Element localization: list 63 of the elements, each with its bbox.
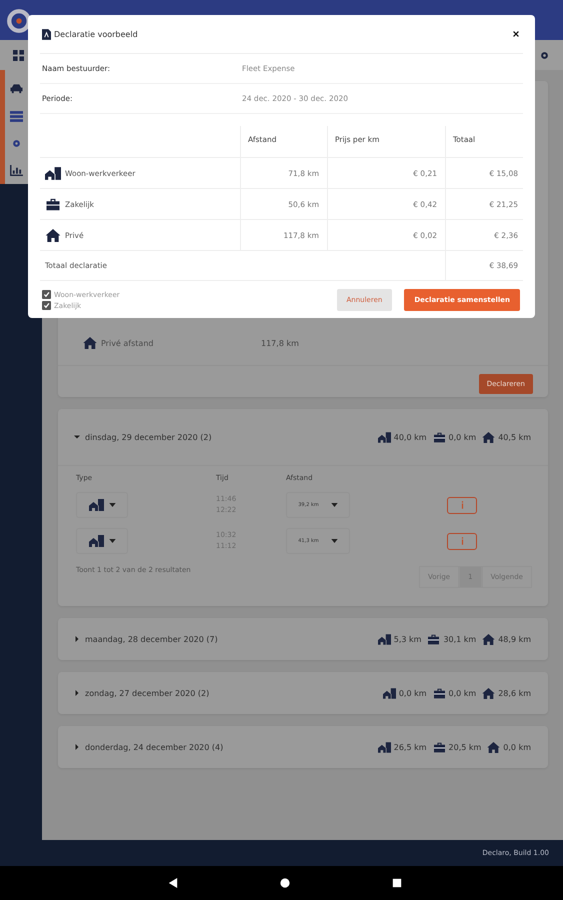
document-icon xyxy=(42,28,51,40)
grid-icon[interactable] xyxy=(13,50,24,60)
distance-total: 28,6 km xyxy=(498,688,531,698)
distance-total: 26,5 km xyxy=(394,742,427,752)
house-icon xyxy=(482,688,496,698)
distance-total: 0,0 km xyxy=(448,432,476,442)
checkbox[interactable] xyxy=(42,290,51,299)
distance-total: 20,5 km xyxy=(448,742,482,752)
house-building-icon xyxy=(88,535,104,547)
caret-icon[interactable] xyxy=(74,690,80,696)
caret-icon[interactable] xyxy=(74,434,80,440)
briefcase-icon xyxy=(432,688,446,698)
house-icon xyxy=(487,742,500,752)
briefcase-icon xyxy=(427,634,440,644)
house-building-icon xyxy=(382,688,396,698)
distance-total: 48,9 km xyxy=(498,634,531,644)
caret-icon[interactable] xyxy=(74,636,80,642)
house-building-icon xyxy=(88,499,104,511)
house-icon xyxy=(482,432,496,442)
house-building-icon xyxy=(378,742,391,752)
close-icon[interactable] xyxy=(513,31,519,37)
info-icon xyxy=(460,501,464,509)
caret-icon[interactable] xyxy=(74,744,80,750)
house-icon xyxy=(482,634,496,644)
dialog-title: Declaratie voorbeeld xyxy=(54,30,139,38)
caret-icon xyxy=(330,539,338,543)
distance-value: 117,8 km xyxy=(261,338,299,348)
house-building-icon xyxy=(378,634,391,644)
caret-icon xyxy=(108,503,116,507)
type-dropdown[interactable] xyxy=(76,528,128,554)
briefcase-icon xyxy=(432,742,446,752)
caret-icon xyxy=(108,539,116,543)
caret-icon xyxy=(330,503,338,507)
distance-total: 5,3 km xyxy=(394,634,422,644)
day-title[interactable]: zondag, 27 december 2020 (2) xyxy=(85,688,383,698)
house-icon xyxy=(45,228,61,242)
day-title[interactable]: maandag, 28 december 2020 (7) xyxy=(85,634,378,644)
info-icon xyxy=(460,537,464,545)
list-icon[interactable] xyxy=(10,111,23,122)
logo-icon xyxy=(6,8,32,34)
chart-icon[interactable] xyxy=(10,165,23,176)
distance-total: 40,0 km xyxy=(394,432,427,442)
distance-total: 0,0 km xyxy=(398,688,427,698)
distance-total: 0,0 km xyxy=(448,688,476,698)
day-title[interactable]: dinsdag, 29 december 2020 (2) xyxy=(85,432,378,442)
recents-icon[interactable] xyxy=(392,878,402,888)
house-building-icon xyxy=(45,166,61,180)
home-icon[interactable] xyxy=(280,878,290,888)
settings-icon[interactable] xyxy=(540,50,549,60)
distance-label: Privé afstand xyxy=(101,338,154,348)
back-icon[interactable] xyxy=(168,878,178,888)
house-icon xyxy=(83,337,97,349)
distance-total: 30,1 km xyxy=(443,634,476,644)
checkbox[interactable] xyxy=(42,301,51,310)
car-icon[interactable] xyxy=(10,83,23,94)
settings-icon[interactable] xyxy=(12,139,21,148)
briefcase-icon xyxy=(432,432,446,442)
briefcase-icon xyxy=(45,198,61,210)
distance-total: 0,0 km xyxy=(503,742,531,752)
day-title[interactable]: donderdag, 24 december 2020 (4) xyxy=(85,742,378,752)
house-building-icon xyxy=(378,432,391,442)
distance-total: 40,5 km xyxy=(498,432,531,442)
type-dropdown[interactable] xyxy=(76,492,128,518)
